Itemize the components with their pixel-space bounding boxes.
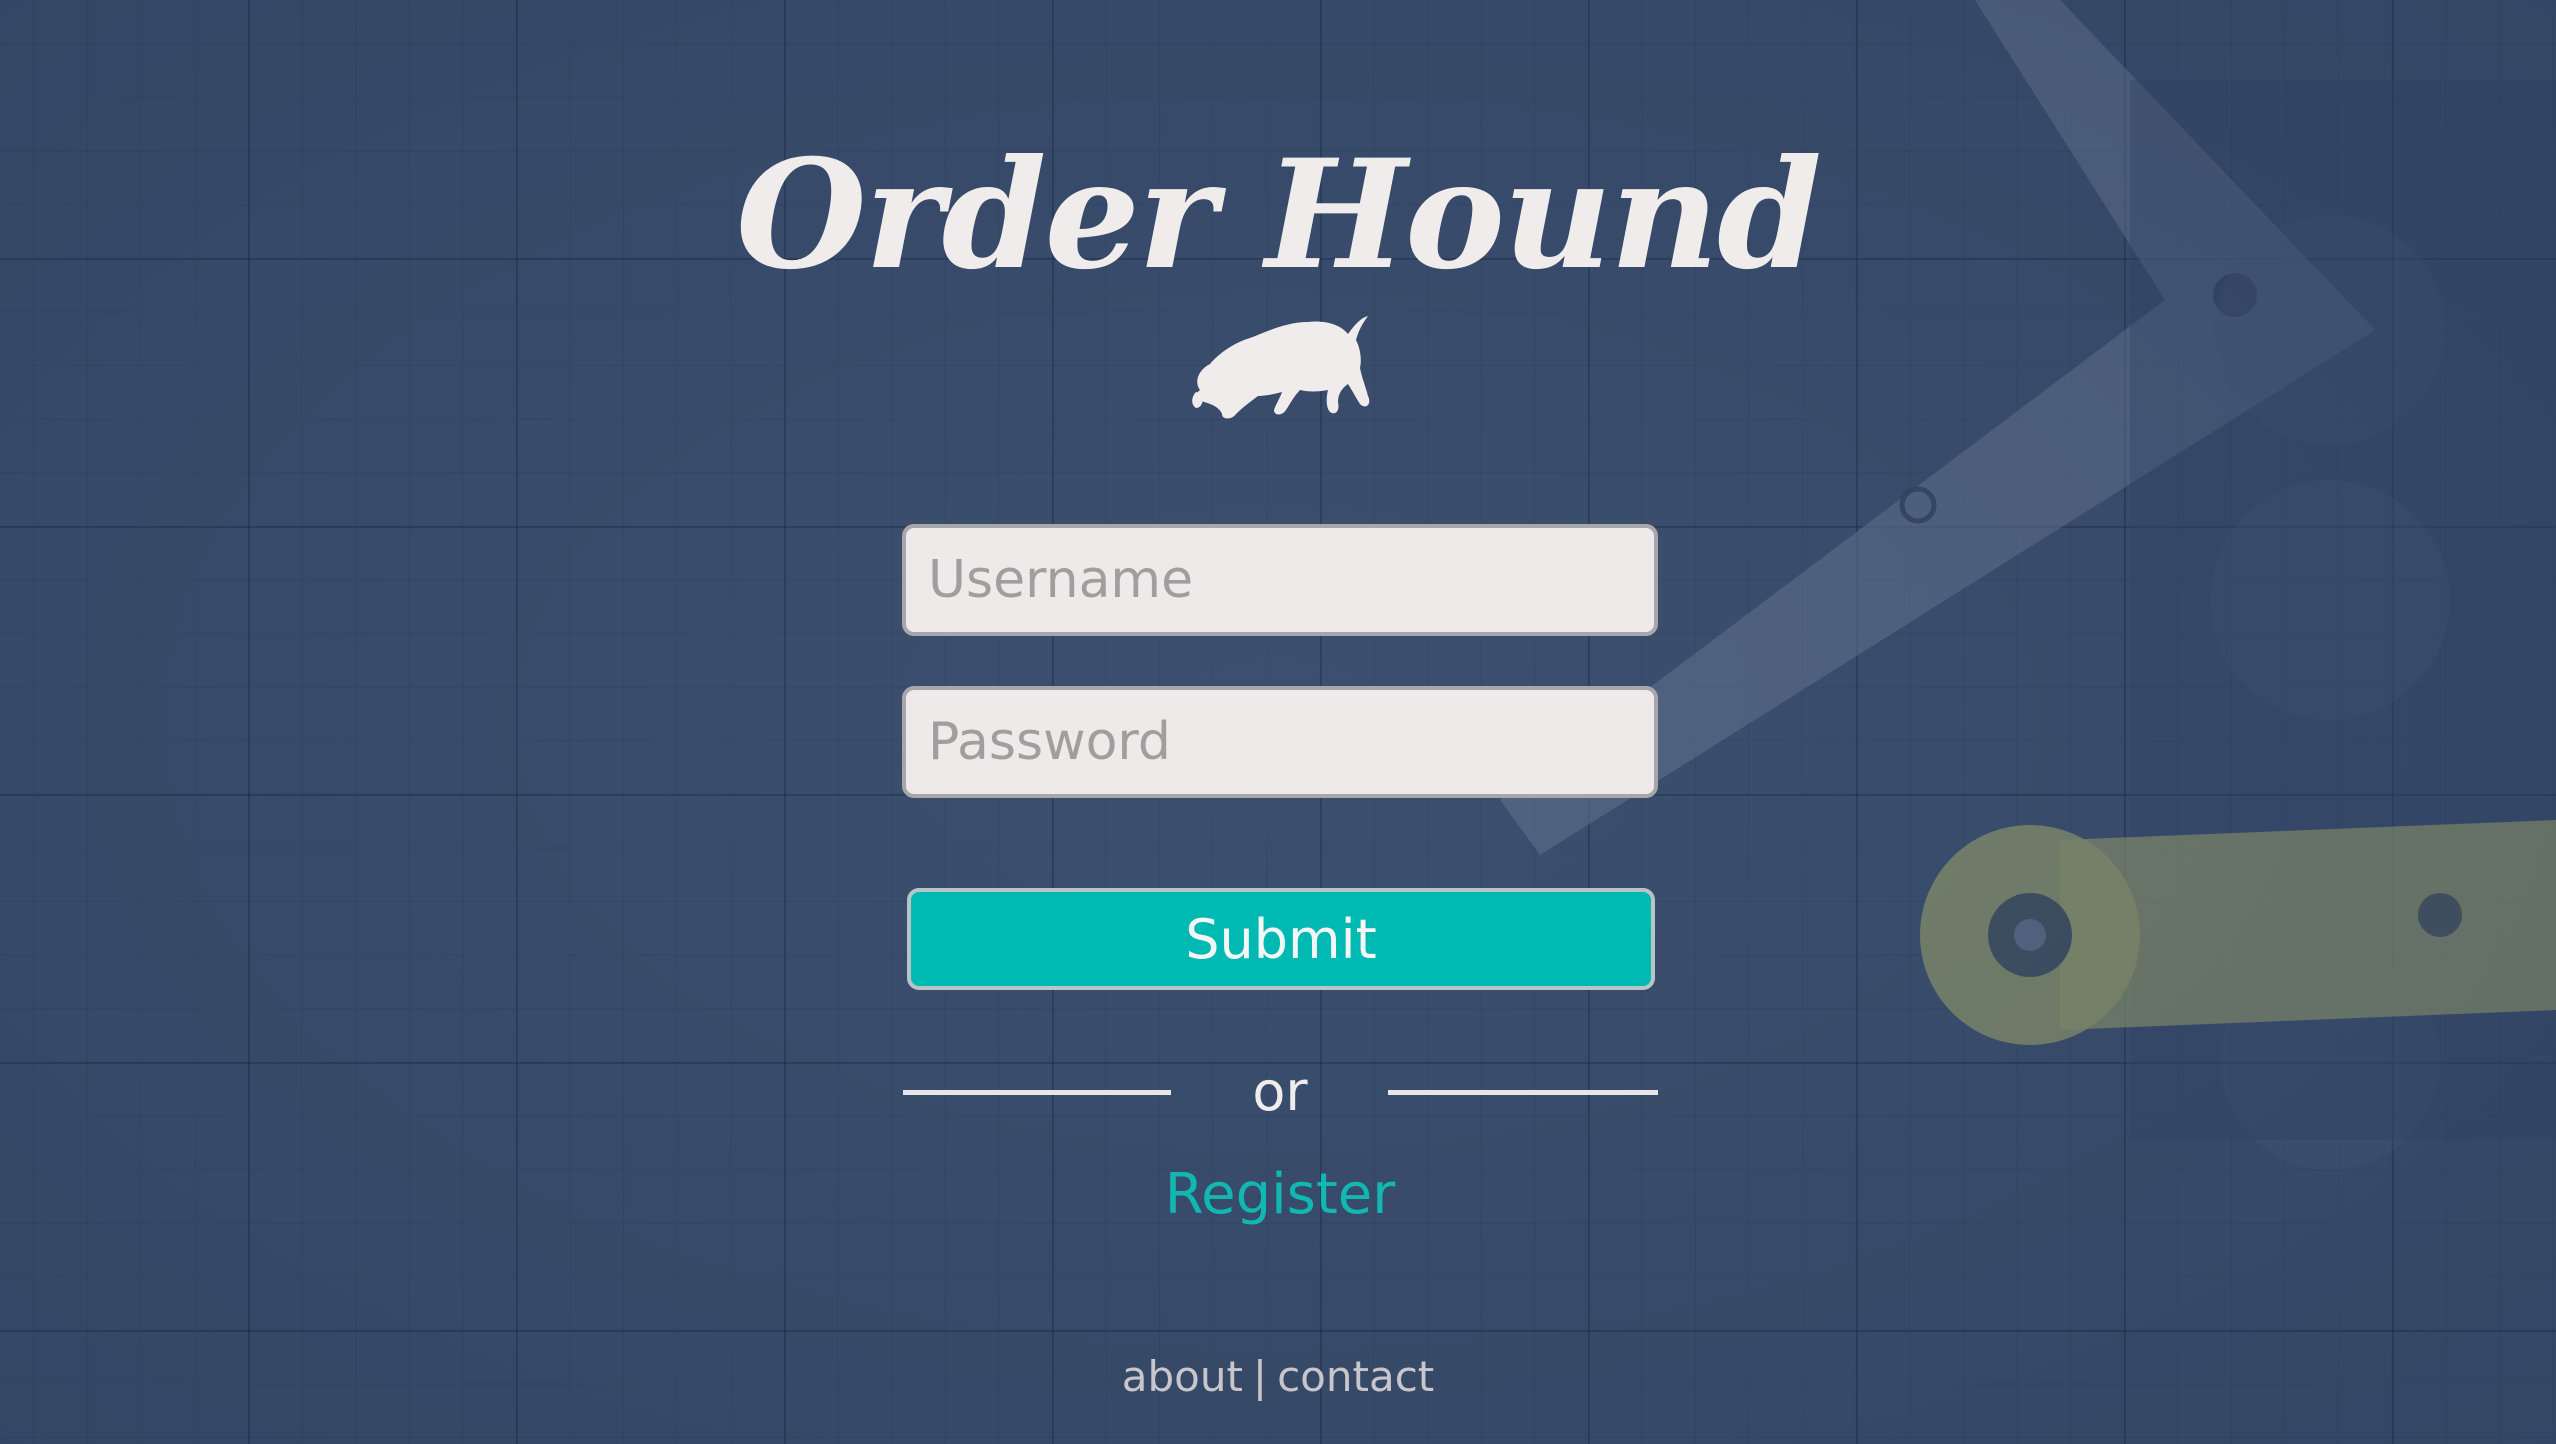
or-divider-label: or [1252, 1060, 1308, 1123]
contact-link[interactable]: contact [1277, 1352, 1434, 1401]
username-input[interactable] [902, 524, 1658, 636]
footer-separator: | [1252, 1352, 1268, 1401]
sniffing-dog-icon [1192, 316, 1370, 419]
divider-line-right [1388, 1090, 1658, 1095]
password-input[interactable] [902, 686, 1658, 798]
footer: about | contact [0, 1352, 2556, 1401]
register-link[interactable]: Register [1080, 1162, 1480, 1227]
divider-line-left [903, 1090, 1171, 1095]
submit-button[interactable]: Submit [907, 888, 1655, 990]
about-link[interactable]: about [1122, 1352, 1243, 1401]
app-logo-title: Order Hound [735, 127, 1822, 303]
